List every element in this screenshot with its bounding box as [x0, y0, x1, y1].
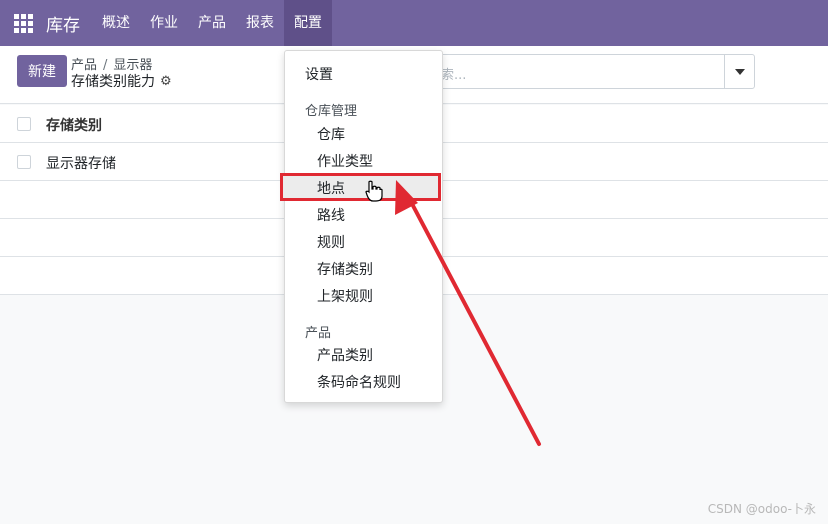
hand-cursor-icon — [365, 180, 383, 202]
annotation-overlay — [365, 180, 541, 446]
red-arrow-shaft — [408, 198, 541, 446]
watermark: CSDN @odoo-卜永 — [707, 502, 816, 516]
